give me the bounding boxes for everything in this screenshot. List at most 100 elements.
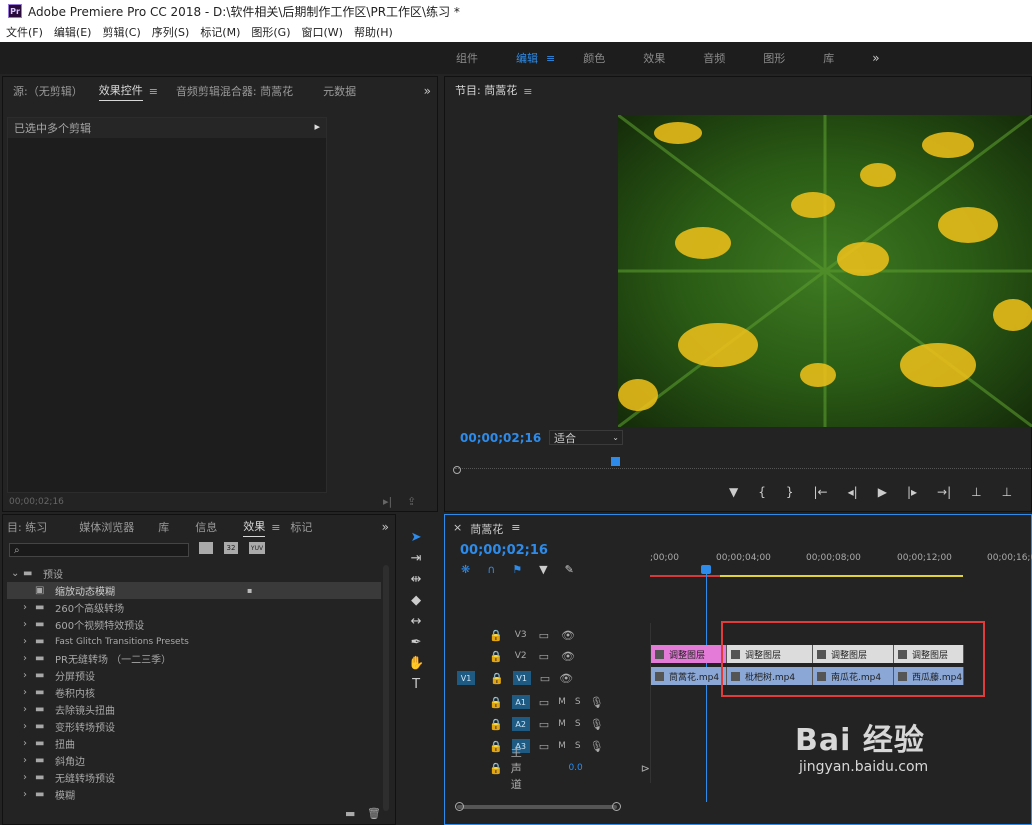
clip-adjustment-layer[interactable]: 调整图层 [651, 645, 727, 663]
lock-icon[interactable]: 🔒 [489, 629, 503, 642]
workspace-effects[interactable]: 效果 [643, 50, 665, 66]
pen-tool-icon[interactable]: ✒ [411, 635, 422, 650]
workspace-libraries[interactable]: 库 [823, 50, 834, 66]
track-select-tool-icon[interactable]: ⇥ [411, 551, 422, 566]
tab-project[interactable]: 目: 练习 [7, 519, 47, 535]
go-to-in-icon[interactable]: |← [814, 485, 828, 499]
type-tool-icon[interactable]: T [412, 677, 420, 692]
tree-item[interactable]: › ▬ Fast Glitch Transitions Presets [7, 633, 381, 650]
tree-item[interactable]: › ▬ PR无缝转场 （一二三季） [7, 650, 381, 667]
solo-button[interactable]: S [575, 719, 581, 729]
toggle-sync-icon[interactable]: ▭ [539, 696, 549, 709]
menu-help[interactable]: 帮助(H) [354, 24, 393, 40]
settings-wrench-icon[interactable]: ✎ [565, 563, 574, 576]
mute-button[interactable]: M [558, 719, 566, 729]
tab-metadata[interactable]: 元数据 [323, 83, 356, 99]
timeline-timecode[interactable]: 00;00;02;16 [460, 543, 548, 558]
workspace-assembly[interactable]: 组件 [456, 50, 478, 66]
solo-button[interactable]: S [575, 741, 581, 751]
scrub-ruler[interactable] [455, 459, 1032, 469]
menu-edit[interactable]: 编辑(E) [54, 24, 92, 40]
scroll-handle-left[interactable] [455, 802, 464, 811]
toggle-sync-icon[interactable]: ▭ [539, 718, 549, 731]
lock-icon[interactable]: 🔒 [490, 672, 504, 685]
tab-effects[interactable]: 效果 [243, 518, 266, 537]
step-back-icon[interactable]: ◂| [848, 485, 858, 499]
tree-item-presets[interactable]: ⌄ ▬ 预设 [7, 565, 381, 582]
tab-audio-clip-mixer[interactable]: 音频剪辑混合器: 茼蒿花 [176, 83, 293, 99]
lock-icon[interactable]: 🔒 [489, 650, 503, 663]
yuv-filter-icon[interactable]: YUV [249, 542, 265, 554]
extract-icon[interactable]: ⊥ [1002, 485, 1012, 499]
track-name[interactable]: A1 [511, 695, 530, 709]
timeline-scrollbar[interactable] [457, 805, 617, 809]
lock-icon[interactable]: 🔒 [489, 696, 503, 709]
tree-item[interactable]: › ▬ 分屏预设 [7, 667, 381, 684]
new-bin-icon[interactable]: ▬ [345, 807, 355, 820]
close-icon[interactable]: × [453, 521, 462, 537]
panel-more-icon[interactable]: » [424, 84, 431, 98]
go-to-out-icon[interactable]: →| [937, 485, 951, 499]
tab-markers[interactable]: 标记 [290, 519, 312, 535]
selection-tool-icon[interactable]: ➤ [411, 530, 422, 545]
snap-icon[interactable]: ∩ [487, 563, 495, 576]
sequence-tab[interactable]: 茼蒿花 [470, 521, 503, 537]
tree-item[interactable]: › ▬ 无缝转场预设 [7, 769, 381, 786]
effects-more-icon[interactable]: » [382, 520, 389, 534]
program-menu-icon[interactable]: ≡ [523, 85, 532, 98]
clip-video[interactable]: 茼蒿花.mp4 [651, 667, 727, 685]
mark-in-icon[interactable]: { [758, 485, 766, 499]
lock-icon[interactable]: 🔒 [489, 718, 503, 731]
mic-icon[interactable]: 🎙 [590, 740, 604, 753]
tab-media-browser[interactable]: 媒体浏览器 [79, 519, 134, 535]
tree-item[interactable]: › ▬ 去除镜头扭曲 [7, 701, 381, 718]
add-marker-timeline-icon[interactable]: ▼ [539, 563, 547, 576]
mute-button[interactable]: M [558, 697, 566, 707]
tab-source[interactable]: 源:（无剪辑） [13, 83, 83, 99]
solo-button[interactable]: S [575, 697, 581, 707]
delete-icon[interactable]: 🗑 [367, 807, 381, 820]
effects-scrollbar[interactable] [383, 565, 389, 811]
tree-item[interactable]: › ▬ 600个视频特效预设 [7, 616, 381, 633]
slip-tool-icon[interactable]: ↔ [411, 614, 422, 629]
menu-graphics[interactable]: 图形(G) [251, 24, 290, 40]
workspace-editing[interactable]: 编辑 [516, 50, 538, 66]
lock-icon[interactable]: 🔒 [489, 762, 503, 775]
export-frame-icon[interactable]: ▸| [383, 495, 392, 508]
tree-item[interactable]: › ▬ 斜角边 [7, 752, 381, 769]
go-to-end-icon[interactable]: ⊳ [641, 762, 650, 775]
toggle-sync-icon[interactable]: ▭ [539, 629, 549, 642]
play-icon[interactable]: ▶ [878, 485, 887, 499]
lock-icon[interactable]: 🔒 [489, 740, 503, 753]
toggle-sync-icon[interactable]: ▭ [540, 672, 550, 685]
expand-arrow-icon[interactable]: ▸ [314, 120, 320, 136]
mic-icon[interactable]: 🎙 [590, 696, 604, 709]
mute-button[interactable]: M [558, 741, 566, 751]
mic-icon[interactable]: 🎙 [590, 718, 604, 731]
program-timecode[interactable]: 00;00;02;16 [460, 431, 541, 445]
tree-item[interactable]: › ▬ 卷积内核 [7, 684, 381, 701]
toggle-sync-icon[interactable]: ▭ [539, 650, 549, 663]
razor-tool-icon[interactable]: ◆ [411, 593, 421, 608]
tree-item-selected[interactable]: ▣ 缩放动态模糊 ▪ [7, 582, 381, 599]
linked-selection-icon[interactable]: ⚑ [512, 563, 522, 576]
menu-window[interactable]: 窗口(W) [302, 24, 343, 40]
panel-menu-icon[interactable]: ≡ [149, 85, 158, 98]
workspace-more-icon[interactable]: » [872, 51, 879, 65]
workspace-audio[interactable]: 音频 [703, 50, 725, 66]
32bit-filter-icon[interactable]: 32 [224, 542, 238, 554]
playhead-handle[interactable] [701, 565, 711, 574]
accelerated-filter-icon[interactable] [199, 542, 213, 554]
scroll-handle-right[interactable] [612, 802, 621, 811]
tree-item[interactable]: › ▬ 260个高级转场 [7, 599, 381, 616]
playhead-marker[interactable] [611, 457, 620, 466]
hand-tool-icon[interactable]: ✋ [408, 656, 424, 671]
master-volume[interactable]: 0.0 [568, 763, 582, 773]
eye-icon[interactable]: 👁 [561, 650, 575, 663]
track-name[interactable]: V1 [512, 671, 531, 685]
tree-item[interactable]: › ▬ 变形转场预设 [7, 718, 381, 735]
menu-sequence[interactable]: 序列(S) [152, 24, 190, 40]
menu-file[interactable]: 文件(F) [6, 24, 43, 40]
ripple-edit-tool-icon[interactable]: ⇹ [411, 572, 422, 587]
toggle-sync-icon[interactable]: ▭ [539, 740, 549, 753]
